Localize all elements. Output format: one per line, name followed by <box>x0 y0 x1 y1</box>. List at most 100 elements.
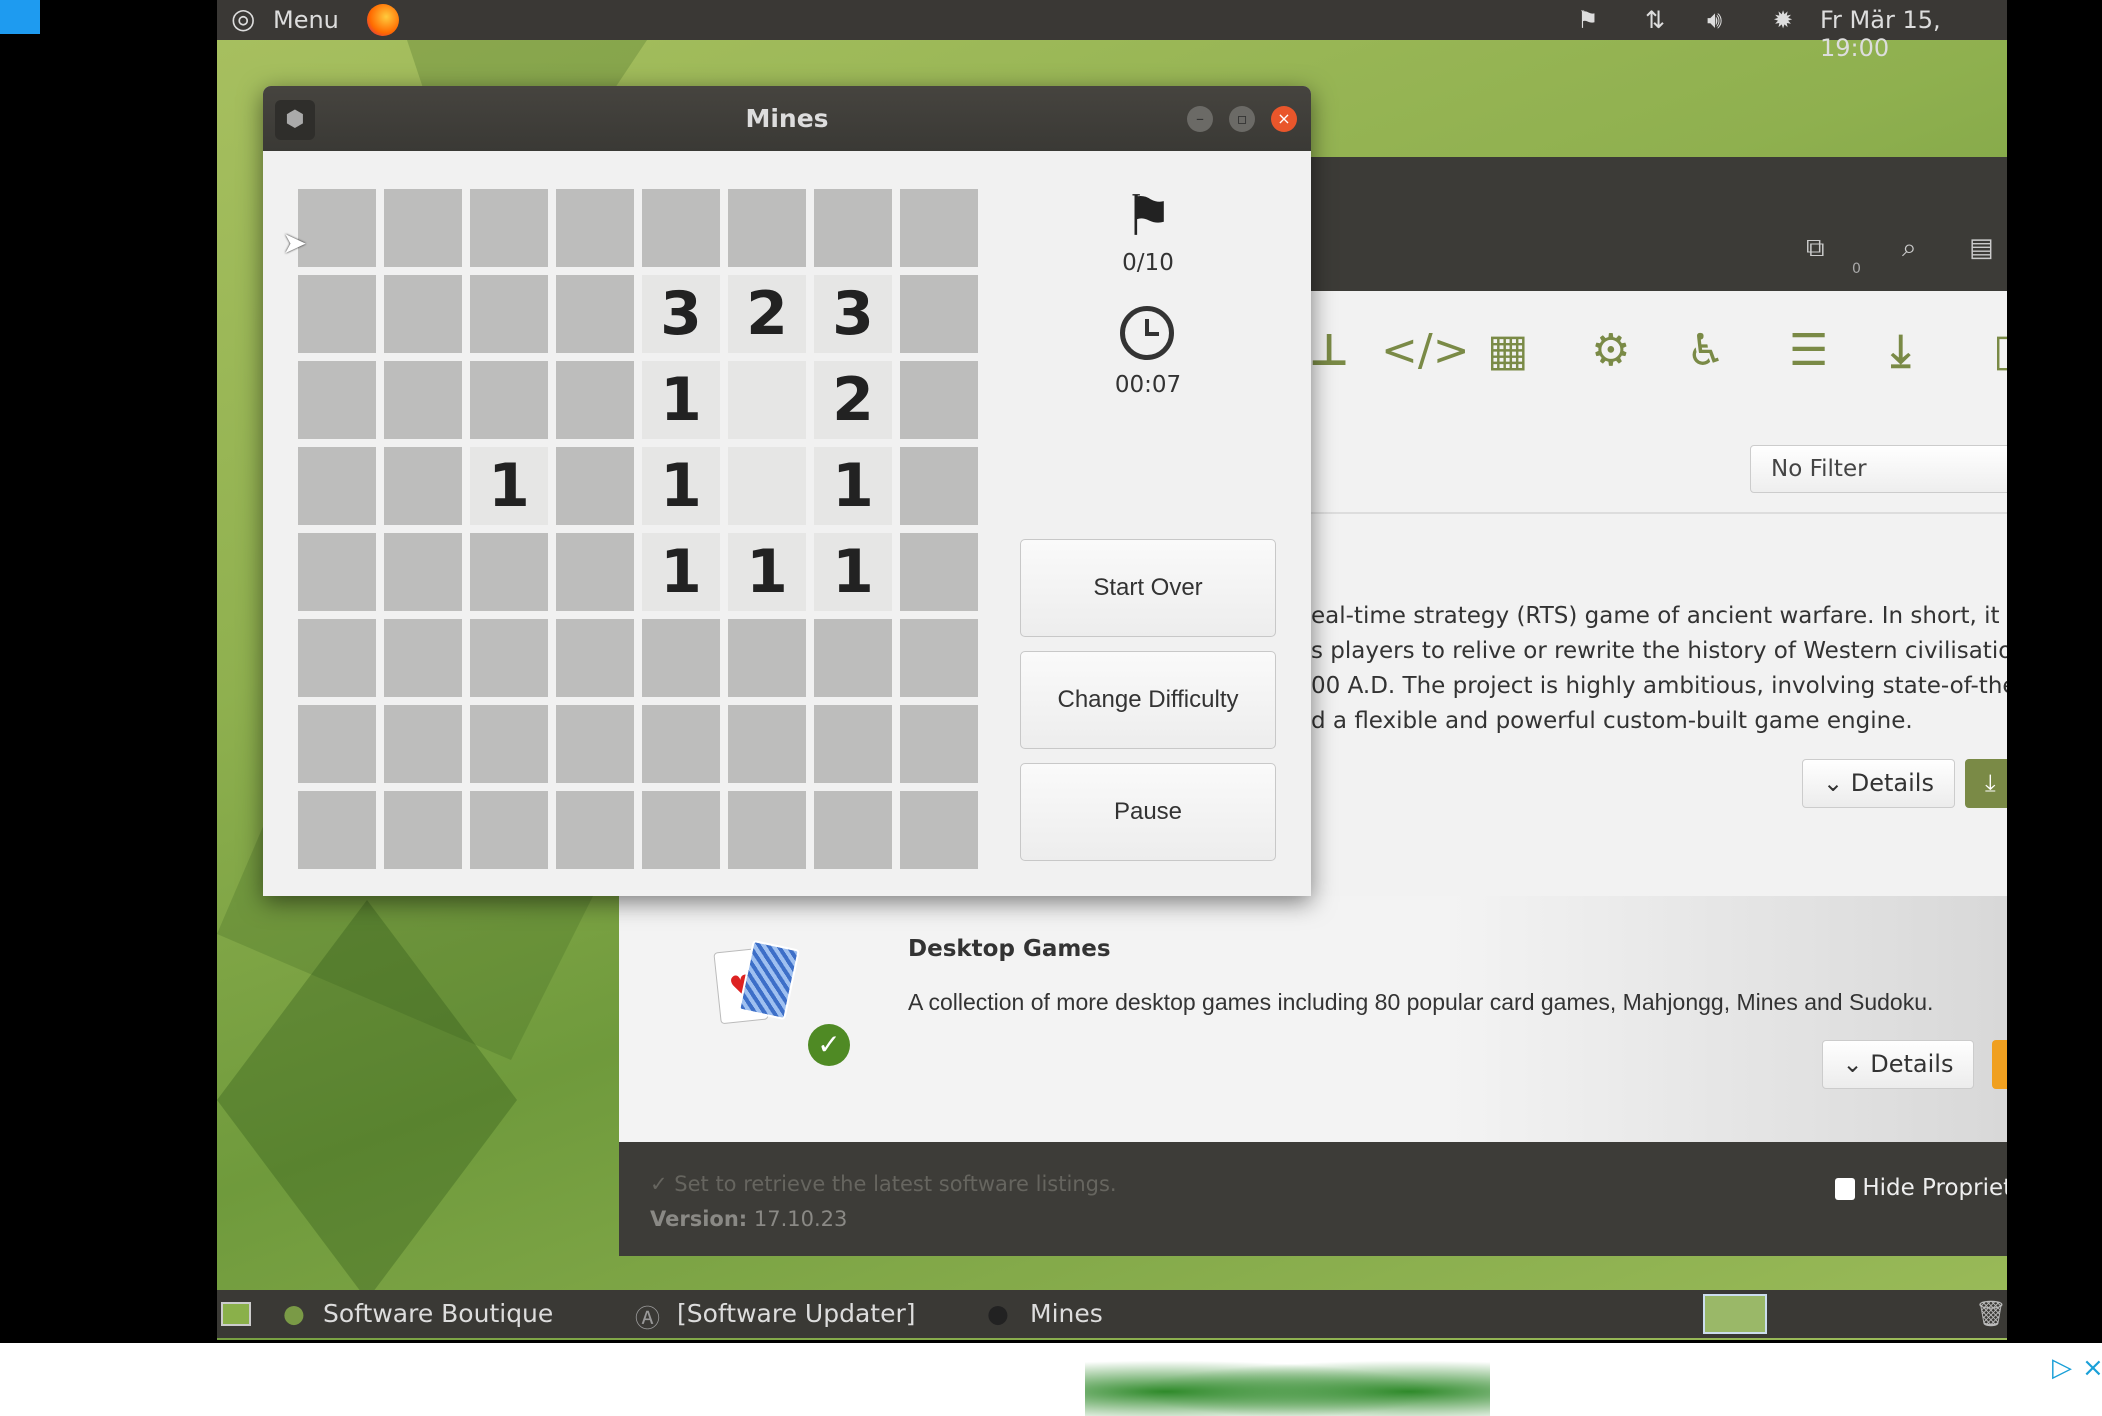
mine-cell-unrevealed[interactable] <box>298 791 376 869</box>
mine-cell-unrevealed[interactable] <box>298 705 376 783</box>
mine-cell-unrevealed[interactable] <box>728 619 806 697</box>
mine-cell-unrevealed[interactable] <box>470 275 548 353</box>
mine-cell-unrevealed[interactable] <box>556 705 634 783</box>
category-partial-icon-2[interactable]: ▯ <box>1993 325 2007 376</box>
search-icon[interactable]: ⌕ <box>1902 233 1917 264</box>
start-over-button[interactable]: Start Over <box>1020 539 1276 637</box>
mine-cell-unrevealed[interactable] <box>728 705 806 783</box>
mine-cell-unrevealed[interactable] <box>470 791 548 869</box>
mine-cell-revealed[interactable]: 1 <box>470 447 548 525</box>
mine-cell-unrevealed[interactable] <box>642 189 720 267</box>
mine-cell-unrevealed[interactable] <box>556 533 634 611</box>
workspace-switcher[interactable] <box>1703 1294 1767 1334</box>
mine-cell-unrevealed[interactable] <box>900 705 978 783</box>
filter-dropdown[interactable]: No Filter <box>1750 445 2007 493</box>
mine-cell-unrevealed[interactable] <box>298 189 376 267</box>
mine-cell-unrevealed[interactable] <box>470 705 548 783</box>
mine-cell-unrevealed[interactable] <box>384 447 462 525</box>
mine-cell-revealed[interactable]: 1 <box>642 361 720 439</box>
install-button[interactable]: ⤓ <box>1965 759 2007 808</box>
minimize-button[interactable]: – <box>1187 106 1213 132</box>
mine-cell-unrevealed[interactable] <box>900 189 978 267</box>
mine-cell-unrevealed[interactable] <box>728 189 806 267</box>
mine-cell-revealed[interactable]: 3 <box>814 275 892 353</box>
ad-close-icon[interactable]: × <box>2082 1353 2102 1383</box>
mine-cell-unrevealed[interactable] <box>556 361 634 439</box>
mine-cell-unrevealed[interactable] <box>298 447 376 525</box>
mine-cell-unrevealed[interactable] <box>298 533 376 611</box>
mine-cell-revealed[interactable]: 1 <box>814 533 892 611</box>
mine-cell-unrevealed[interactable] <box>814 619 892 697</box>
details-button-2[interactable]: ⌄ Details <box>1822 1040 1974 1089</box>
mine-cell-unrevealed[interactable] <box>900 619 978 697</box>
copy-icon[interactable]: ⧉ <box>1806 233 1825 264</box>
clock[interactable]: Fr Mär 15, 19:00 <box>1820 6 2007 62</box>
hide-proprietary-checkbox[interactable]: Hide Propriet <box>1835 1175 2007 1201</box>
close-button[interactable]: × <box>1271 106 1297 132</box>
taskbar-item-mines[interactable]: Mines <box>1030 1299 1103 1328</box>
maximize-button[interactable]: ▫ <box>1229 106 1255 132</box>
transfer-arrows-icon[interactable]: ⇅ <box>1645 6 1665 34</box>
mine-cell-revealed[interactable]: 2 <box>728 275 806 353</box>
mine-cell-unrevealed[interactable] <box>556 189 634 267</box>
mine-cell-revealed[interactable]: 1 <box>642 447 720 525</box>
mine-cell-unrevealed[interactable] <box>470 189 548 267</box>
mine-cell-unrevealed[interactable] <box>298 361 376 439</box>
menu-logo-icon[interactable]: ◎ <box>231 2 255 35</box>
volume-icon[interactable]: 🔊︎ <box>1707 6 1722 34</box>
settings-sun-icon[interactable]: ✹ <box>1773 6 1793 34</box>
accessibility-icon[interactable]: ♿︎ <box>1686 325 1725 376</box>
category-partial-icon[interactable]: ⊥ <box>1309 325 1349 376</box>
checkbox-box[interactable] <box>1835 1177 1855 1200</box>
mine-cell-revealed[interactable]: 1 <box>728 533 806 611</box>
mine-cell-unrevealed[interactable] <box>384 275 462 353</box>
network-icon[interactable]: ⚑ <box>1577 6 1599 34</box>
change-difficulty-button[interactable]: Change Difficulty <box>1020 651 1276 749</box>
mine-cell-unrevealed[interactable] <box>384 705 462 783</box>
mine-cell-unrevealed[interactable] <box>900 447 978 525</box>
mine-cell-revealed[interactable]: 1 <box>814 447 892 525</box>
mine-app-icon[interactable]: ⬢ <box>275 100 315 140</box>
mine-cell-unrevealed[interactable] <box>384 791 462 869</box>
mines-titlebar[interactable]: Mines <box>263 86 1311 151</box>
mine-cell-unrevealed[interactable] <box>642 619 720 697</box>
action-button-partial[interactable] <box>1992 1040 2007 1089</box>
mine-cell-revealed[interactable]: 3 <box>642 275 720 353</box>
firefox-icon[interactable] <box>367 4 399 36</box>
mine-cell-unrevealed[interactable] <box>556 619 634 697</box>
trash-icon[interactable]: 🗑︎ <box>1975 1299 2007 1329</box>
mine-cell-unrevealed[interactable] <box>900 361 978 439</box>
mine-cell-revealed[interactable]: 2 <box>814 361 892 439</box>
mine-cell-unrevealed[interactable] <box>900 275 978 353</box>
mine-cell-unrevealed[interactable] <box>298 619 376 697</box>
mine-cell-unrevealed[interactable] <box>470 361 548 439</box>
taskbar-item-software-boutique[interactable]: Software Boutique <box>323 1299 553 1328</box>
mine-cell-unrevealed[interactable] <box>814 791 892 869</box>
mine-cell-unrevealed[interactable] <box>384 619 462 697</box>
mine-cell-unrevealed[interactable] <box>642 705 720 783</box>
mine-cell-unrevealed[interactable] <box>642 791 720 869</box>
mine-cell-unrevealed[interactable] <box>298 275 376 353</box>
mine-cell-unrevealed[interactable] <box>384 533 462 611</box>
mine-cell-unrevealed[interactable] <box>900 791 978 869</box>
mine-cell-unrevealed[interactable] <box>470 619 548 697</box>
mine-cell-revealed[interactable] <box>728 361 806 439</box>
mine-cell-unrevealed[interactable] <box>556 447 634 525</box>
mine-cell-unrevealed[interactable] <box>384 361 462 439</box>
download-icon[interactable]: ⤓ <box>1891 325 1910 376</box>
mine-cell-unrevealed[interactable] <box>556 791 634 869</box>
mine-cell-unrevealed[interactable] <box>814 705 892 783</box>
taskbar-item-software-updater[interactable]: [Software Updater] <box>677 1299 915 1328</box>
ad-choices-icon[interactable]: ▷ <box>2052 1353 2072 1383</box>
mine-cell-unrevealed[interactable] <box>900 533 978 611</box>
gear-icon[interactable]: ⚙ <box>1591 325 1630 376</box>
mine-cell-revealed[interactable]: 1 <box>642 533 720 611</box>
code-icon[interactable]: </> <box>1381 325 1470 376</box>
mine-cell-unrevealed[interactable] <box>470 533 548 611</box>
mine-cell-unrevealed[interactable] <box>814 189 892 267</box>
menu-button[interactable]: Menu <box>273 6 339 34</box>
mine-cell-unrevealed[interactable] <box>556 275 634 353</box>
mine-cell-unrevealed[interactable] <box>384 189 462 267</box>
mine-cell-unrevealed[interactable] <box>728 791 806 869</box>
ad-image[interactable] <box>1085 1355 1490 1416</box>
